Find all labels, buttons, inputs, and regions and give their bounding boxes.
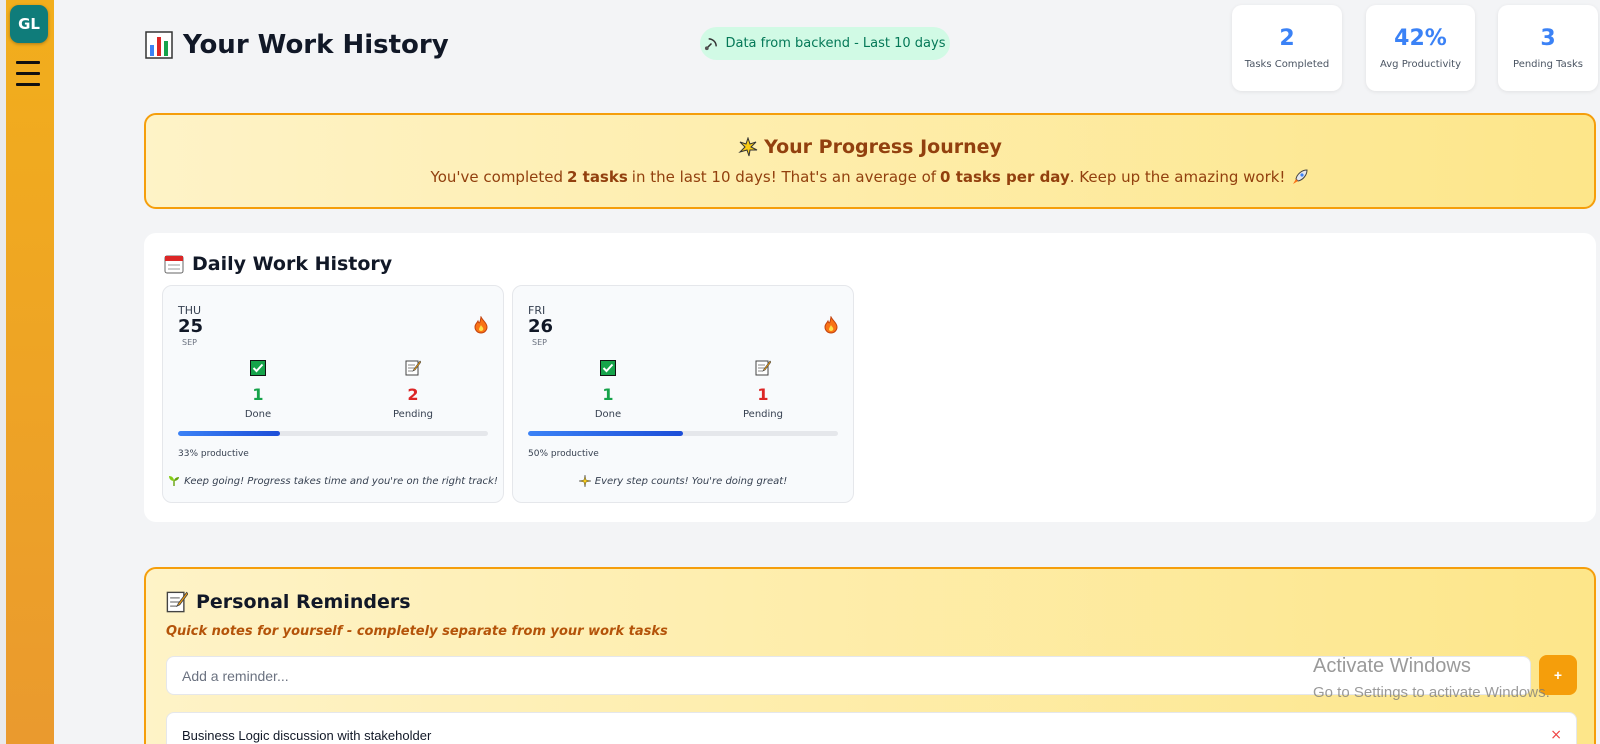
memo-icon (755, 360, 771, 376)
bar-chart-icon (145, 31, 173, 59)
delete-reminder-button[interactable]: × (1550, 727, 1562, 743)
progress-text-suffix: . Keep up the amazing work! (1069, 168, 1286, 186)
watermark-subtitle: Go to Settings to activate Windows. (1313, 684, 1550, 701)
progress-journey-banner: Your Progress Journey You've completed 2… (144, 113, 1596, 209)
backend-status-text: Data from backend - Last 10 days (725, 36, 946, 51)
pending-label: Pending (743, 409, 783, 420)
stat-pending-tasks: 3 Pending Tasks (1498, 5, 1598, 91)
satellite-icon (704, 36, 719, 51)
sparkle-icon (738, 137, 758, 157)
fire-icon (474, 316, 488, 334)
productivity-text: 33% productive (178, 449, 249, 459)
avatar[interactable]: GL (10, 5, 48, 43)
memo-icon (166, 591, 188, 613)
personal-reminders-heading: Personal Reminders (166, 591, 411, 613)
pending-count: 1 (757, 385, 769, 404)
done-count: 1 (602, 385, 614, 404)
memo-icon (405, 360, 421, 376)
productivity-bar (178, 431, 488, 436)
hamburger-line (16, 72, 40, 75)
activate-windows-watermark: Activate Windows Go to Settings to activ… (1313, 655, 1550, 701)
checkbox-icon (250, 360, 266, 376)
productivity-bar (528, 431, 838, 436)
fire-icon (824, 316, 838, 334)
menu-toggle-button[interactable] (16, 61, 40, 87)
hamburger-icon (16, 61, 40, 64)
backend-status-badge: Data from backend - Last 10 days (700, 27, 950, 60)
hamburger-line (16, 83, 40, 86)
calendar-icon (164, 254, 184, 274)
stat-label: Tasks Completed (1244, 59, 1330, 70)
done-label: Done (244, 409, 272, 420)
sparkles-icon (578, 475, 591, 487)
progress-tasks-count: 2 tasks (566, 168, 628, 186)
progress-title-text: Your Progress Journey (764, 136, 1002, 158)
progress-text-middle: in the last 10 days! That's an average o… (631, 168, 937, 186)
stat-value: 2 (1279, 26, 1295, 51)
watermark-title: Activate Windows (1313, 655, 1471, 677)
stat-value: 3 (1540, 26, 1556, 51)
stat-label: Avg Productivity (1380, 59, 1461, 70)
encouragement-message: Keep going! Progress takes time and you'… (163, 475, 503, 487)
done-metric: 1 Done (218, 360, 298, 420)
progress-title: Your Progress Journey (738, 136, 1002, 158)
reminder-text: Business Logic discussion with stakehold… (182, 728, 432, 743)
encouragement-text: Every step counts! You're doing great! (594, 475, 788, 487)
productivity-text: 50% productive (528, 449, 599, 459)
productivity-bar-fill (528, 431, 683, 436)
done-label: Done (594, 409, 622, 420)
encouragement-text: Keep going! Progress takes time and you'… (184, 475, 498, 487)
productivity-bar-fill (178, 431, 281, 436)
day-number: 26 (528, 316, 554, 337)
page-title-text: Your Work History (183, 30, 449, 60)
progress-avg-per-day: 0 tasks per day (940, 168, 1070, 186)
personal-reminders-title: Personal Reminders (196, 591, 411, 613)
stat-label: Pending Tasks (1513, 59, 1583, 70)
daily-work-history-section: Daily Work History THU 25 SEP 1 Done 2 P… (144, 233, 1596, 522)
checkbox-icon (600, 360, 616, 376)
daily-work-history-heading: Daily Work History (164, 253, 392, 275)
day-number: 25 (178, 316, 204, 337)
encouragement-message: Every step counts! You're doing great! (513, 475, 853, 487)
done-metric: 1 Done (568, 360, 648, 420)
personal-reminders-subtitle: Quick notes for yourself - completely se… (166, 624, 668, 639)
sidebar (6, 0, 54, 744)
stat-avg-productivity: 42% Avg Productivity (1366, 5, 1475, 91)
day-card: FRI 26 SEP 1 Done 1 Pending 50% producti… (512, 285, 854, 503)
pending-metric: 2 Pending (373, 360, 453, 420)
pending-count: 2 (407, 385, 419, 404)
progress-text-prefix: You've completed (430, 168, 563, 186)
done-count: 1 (252, 385, 264, 404)
reminder-item: Business Logic discussion with stakehold… (166, 712, 1577, 744)
progress-text: You've completed 2 tasks in the last 10 … (431, 168, 1310, 186)
day-month: SEP (532, 338, 547, 347)
day-month: SEP (182, 338, 197, 347)
rocket-icon (1291, 168, 1309, 186)
day-card: THU 25 SEP 1 Done 2 Pending 33% producti… (162, 285, 504, 503)
pending-metric: 1 Pending (723, 360, 803, 420)
seedling-icon (168, 475, 180, 487)
daily-work-history-title: Daily Work History (192, 253, 393, 275)
page-title: Your Work History (145, 30, 449, 60)
stat-value: 42% (1394, 26, 1447, 51)
pending-label: Pending (393, 409, 433, 420)
stat-tasks-completed: 2 Tasks Completed (1232, 5, 1342, 91)
